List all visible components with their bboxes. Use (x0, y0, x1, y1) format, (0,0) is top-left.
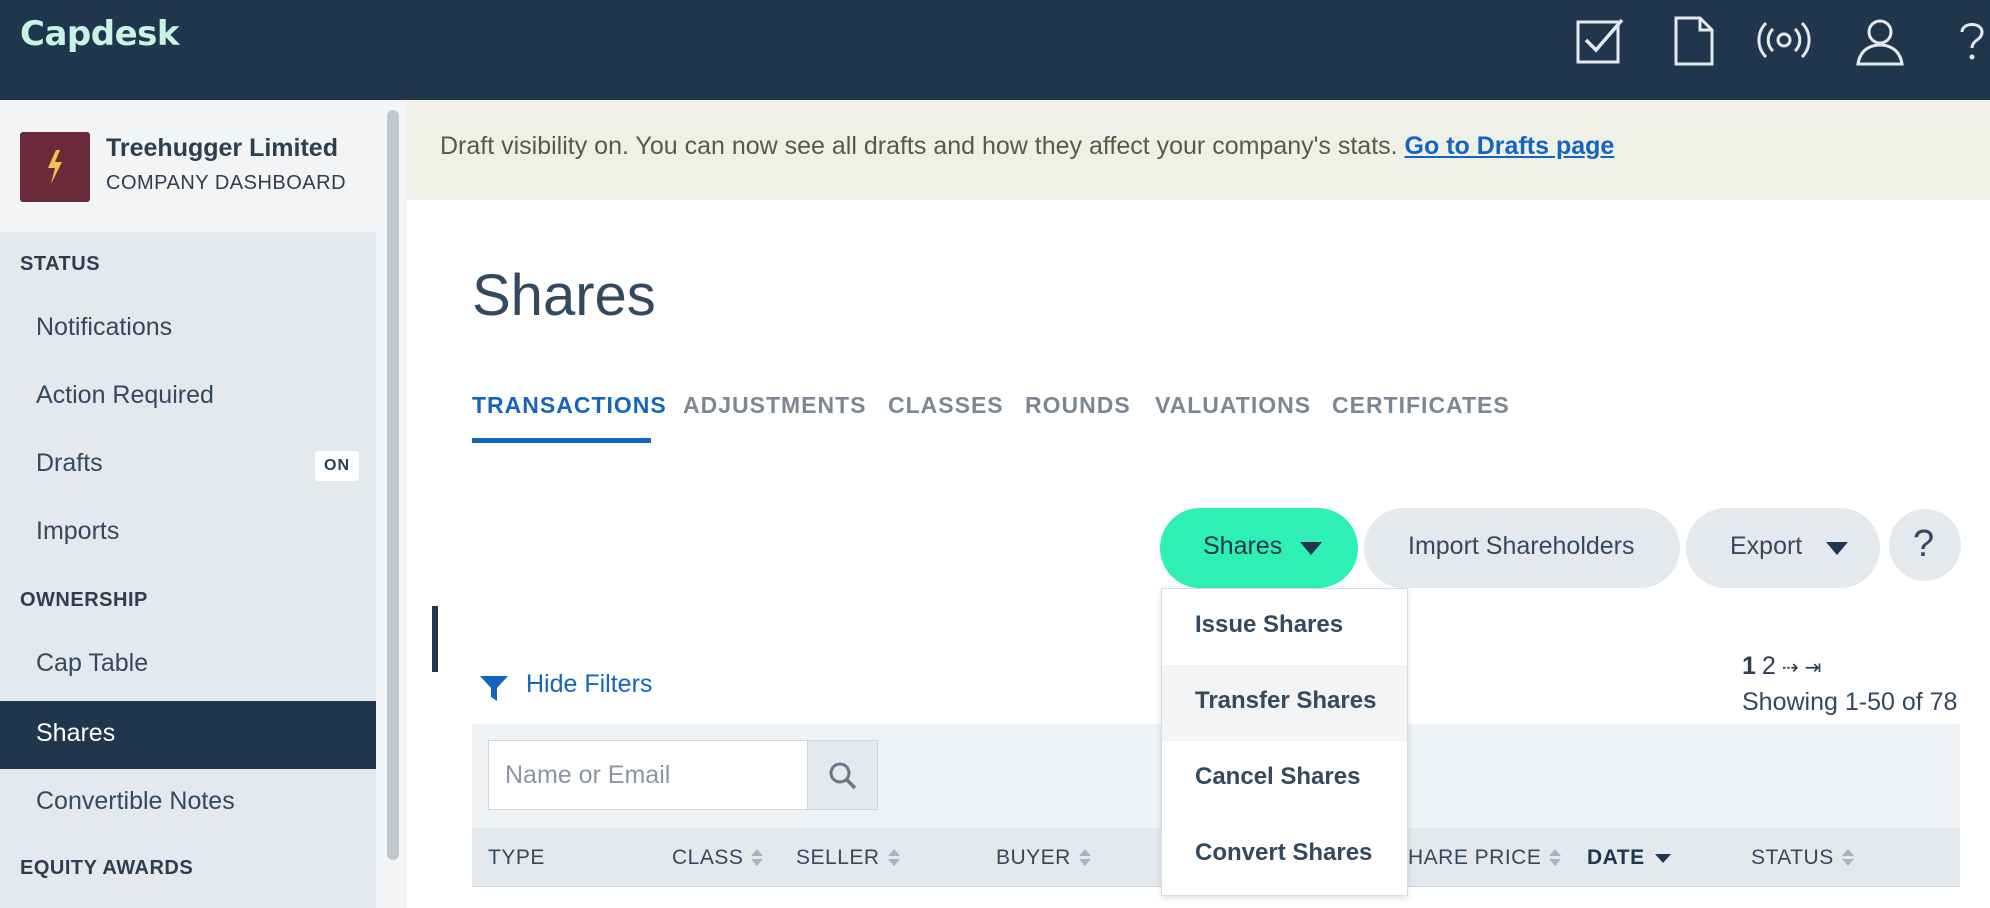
results-summary: Showing 1-50 of 78 (1742, 688, 1958, 716)
shares-dropdown-menu: Issue Shares Transfer Shares Cancel Shar… (1161, 588, 1408, 896)
sort-icon (1549, 848, 1562, 868)
column-header-share-price[interactable]: HARE PRICE (1408, 846, 1562, 870)
sidebar-item-label: Shares (36, 719, 116, 747)
sidebar: Treehugger Limited COMPANY DASHBOARD STA… (0, 100, 376, 908)
section-heading-status: STATUS (20, 253, 101, 275)
tab-transactions[interactable]: TRANSACTIONS (472, 392, 667, 419)
sidebar-item-notifications[interactable]: Notifications (0, 295, 376, 363)
tab-valuations[interactable]: VALUATIONS (1155, 392, 1311, 419)
tab-classes[interactable]: CLASSES (888, 392, 1004, 419)
sort-descending-icon (1654, 853, 1671, 863)
sidebar-item-cap-table[interactable]: Cap Table (0, 631, 376, 699)
column-header-seller[interactable]: SELLER (796, 846, 900, 870)
page-2-link[interactable]: 2 (1762, 652, 1776, 680)
sidebar-scrollbar-thumb[interactable] (387, 110, 399, 860)
export-button[interactable]: Export (1686, 508, 1880, 588)
column-header-type[interactable]: TYPE (488, 846, 545, 870)
tab-rounds[interactable]: ROUNDS (1025, 392, 1131, 419)
section-heading-ownership: OWNERSHIP (20, 589, 148, 611)
column-header-status[interactable]: STATUS (1751, 846, 1854, 870)
column-label: STATUS (1751, 846, 1834, 869)
pagination: 1 2 ⇢ ⇥ (1742, 652, 1827, 681)
sidebar-item-label: Notifications (36, 313, 173, 341)
menu-item-issue-shares[interactable]: Issue Shares (1162, 589, 1407, 665)
broadcast-icon[interactable] (1756, 12, 1812, 68)
sidebar-item-drafts[interactable]: Drafts ON (0, 431, 376, 499)
shares-button-label: Shares (1203, 532, 1283, 560)
column-header-date[interactable]: DATE (1587, 846, 1671, 870)
user-icon[interactable] (1852, 12, 1908, 68)
menu-item-label: Issue Shares (1195, 611, 1344, 638)
sidebar-item-convertible-notes[interactable]: Convertible Notes (0, 769, 376, 837)
sort-icon (887, 848, 900, 868)
sort-icon (1078, 848, 1091, 868)
banner-text: Draft visibility on. You can now see all… (440, 132, 1398, 160)
menu-item-label: Convert Shares (1195, 839, 1373, 866)
section-accent-bar (432, 606, 438, 672)
sidebar-item-imports[interactable]: Imports (0, 499, 376, 567)
tab-certificates[interactable]: CERTIFICATES (1332, 392, 1510, 419)
column-label: HARE PRICE (1408, 846, 1542, 869)
menu-item-label: Transfer Shares (1195, 687, 1377, 714)
import-button-label: Import Shareholders (1408, 532, 1635, 560)
company-name: Treehugger Limited (106, 134, 338, 162)
help-icon[interactable] (1944, 12, 1990, 68)
sidebar-item-label: Convertible Notes (36, 787, 235, 815)
menu-item-label: Cancel Shares (1195, 763, 1361, 790)
sidebar-item-label: Action Required (36, 381, 214, 409)
banner-message: Draft visibility on. You can now see all… (440, 132, 1614, 161)
column-header-class[interactable]: CLASS (672, 846, 764, 870)
export-button-label: Export (1730, 532, 1803, 560)
help-button[interactable]: ? (1889, 509, 1961, 581)
search-button[interactable] (808, 740, 878, 810)
company-subtitle: COMPANY DASHBOARD (106, 172, 347, 194)
question-mark-icon: ? (1913, 523, 1935, 565)
draft-visibility-banner: Draft visibility on. You can now see all… (407, 100, 1990, 200)
menu-item-transfer-shares[interactable]: Transfer Shares (1162, 665, 1407, 741)
sort-icon (1841, 848, 1854, 868)
next-page-icon[interactable]: ⇢ (1782, 657, 1799, 679)
active-tab-indicator (472, 438, 651, 443)
page-title: Shares (472, 263, 656, 328)
menu-item-convert-shares[interactable]: Convert Shares (1162, 817, 1407, 893)
top-navigation-bar: Capdesk (0, 0, 1990, 100)
chevron-down-icon (1826, 542, 1848, 555)
sidebar-item-label: Cap Table (36, 649, 149, 677)
search-input[interactable] (488, 740, 808, 810)
document-icon[interactable] (1666, 12, 1722, 68)
sort-icon (751, 848, 764, 868)
chevron-down-icon (1300, 542, 1322, 555)
tasks-icon[interactable] (1572, 12, 1628, 68)
page-current[interactable]: 1 (1742, 652, 1756, 680)
filter-icon[interactable] (478, 672, 510, 704)
search-icon (829, 762, 857, 790)
column-label: CLASS (672, 846, 744, 869)
last-page-icon[interactable]: ⇥ (1805, 657, 1822, 679)
menu-item-cancel-shares[interactable]: Cancel Shares (1162, 741, 1407, 817)
shares-menu-button[interactable]: Shares (1160, 508, 1358, 588)
hide-filters-link[interactable]: Hide Filters (526, 670, 652, 699)
company-logo (20, 132, 90, 202)
go-to-drafts-link[interactable]: Go to Drafts page (1405, 132, 1615, 160)
section-heading-equity-awards: EQUITY AWARDS (20, 857, 194, 879)
tab-adjustments[interactable]: ADJUSTMENTS (683, 392, 867, 419)
column-label: TYPE (488, 846, 545, 869)
drafts-status-badge: ON (315, 451, 359, 481)
sidebar-item-action-required[interactable]: Action Required (0, 363, 376, 431)
sidebar-item-shares[interactable]: Shares (0, 701, 376, 769)
column-label: DATE (1587, 846, 1645, 869)
sidebar-item-label: Imports (36, 517, 120, 545)
company-header[interactable]: Treehugger Limited COMPANY DASHBOARD (0, 100, 376, 232)
capdesk-logo[interactable]: Capdesk (20, 14, 179, 54)
sidebar-item-label: Drafts (36, 449, 103, 477)
column-header-buyer[interactable]: BUYER (996, 846, 1091, 870)
import-shareholders-button[interactable]: Import Shareholders (1364, 508, 1680, 588)
column-label: SELLER (796, 846, 880, 869)
column-label: BUYER (996, 846, 1071, 869)
